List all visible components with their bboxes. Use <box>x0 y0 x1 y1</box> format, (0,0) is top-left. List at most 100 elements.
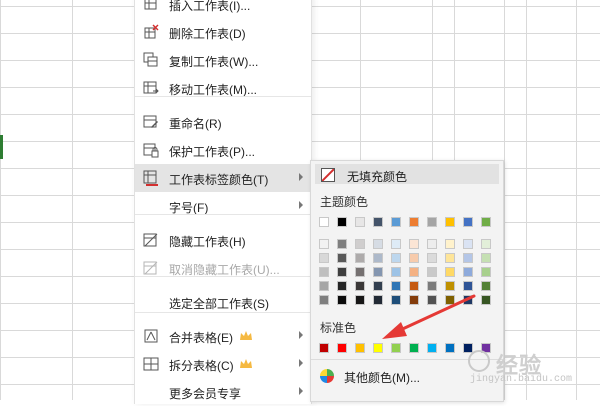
theme-shade-swatch[interactable] <box>319 253 329 263</box>
tab-color-icon <box>143 170 159 186</box>
submenu-arrow-icon <box>299 387 303 395</box>
theme-color-swatch[interactable] <box>391 217 401 227</box>
theme-shade-swatch[interactable] <box>409 281 419 291</box>
theme-shade-swatch[interactable] <box>463 253 473 263</box>
theme-color-swatch[interactable] <box>409 217 419 227</box>
theme-shade-swatch[interactable] <box>319 281 329 291</box>
theme-shade-swatch[interactable] <box>373 239 383 249</box>
copy-sheet-icon <box>143 52 159 68</box>
theme-shade-swatch[interactable] <box>427 281 437 291</box>
menu-item-label: 合并表格(E) <box>169 331 233 345</box>
theme-shade-swatch[interactable] <box>427 295 437 305</box>
watermark-url: jingyan.baidu.com <box>470 374 573 385</box>
menu-item-7[interactable]: 工作表标签颜色(T) <box>135 164 311 192</box>
standard-color-swatch[interactable] <box>337 343 347 353</box>
theme-shade-swatch[interactable] <box>337 295 347 305</box>
member-crown-icon <box>239 330 253 342</box>
theme-shade-swatch[interactable] <box>481 253 491 263</box>
theme-shade-swatch[interactable] <box>463 267 473 277</box>
menu-item-2[interactable]: 删除工作表(D) <box>135 18 311 46</box>
submenu-arrow-icon <box>299 359 303 367</box>
theme-shade-swatch[interactable] <box>355 239 365 249</box>
theme-shade-swatch[interactable] <box>409 239 419 249</box>
theme-shade-swatch[interactable] <box>319 295 329 305</box>
standard-color-swatch[interactable] <box>409 343 419 353</box>
theme-shade-swatch[interactable] <box>391 295 401 305</box>
theme-color-swatch[interactable] <box>427 217 437 227</box>
menu-item-14[interactable]: 更多会员专享 <box>135 378 311 406</box>
theme-shade-swatch[interactable] <box>445 239 455 249</box>
menu-item-label: 插入工作表(I)... <box>169 0 251 13</box>
theme-shade-swatch[interactable] <box>427 267 437 277</box>
theme-shade-swatch[interactable] <box>427 239 437 249</box>
sheet-tab-context-menu: 插入工作表(I)... 删除工作表(D) 复制工作表(W)... 移动工作表(M)..… <box>134 0 312 404</box>
menu-item-8[interactable]: 字号(F) <box>135 192 311 220</box>
theme-shade-swatch[interactable] <box>355 267 365 277</box>
no-fill-color-option[interactable]: 无填充颜色 <box>315 164 499 184</box>
theme-shade-swatch[interactable] <box>463 295 473 305</box>
theme-shade-swatch[interactable] <box>337 281 347 291</box>
theme-shade-swatch[interactable] <box>373 253 383 263</box>
menu-separator <box>135 276 311 277</box>
theme-shade-swatch[interactable] <box>445 253 455 263</box>
theme-shade-swatch[interactable] <box>481 281 491 291</box>
menu-item-6[interactable]: 保护工作表(P)... <box>135 136 311 164</box>
move-sheet-icon <box>143 80 159 96</box>
theme-color-swatch[interactable] <box>355 217 365 227</box>
theme-shade-swatch[interactable] <box>445 295 455 305</box>
theme-shade-swatch[interactable] <box>355 281 365 291</box>
theme-shade-swatch[interactable] <box>409 267 419 277</box>
submenu-arrow-icon <box>299 201 303 209</box>
theme-shade-swatch[interactable] <box>445 267 455 277</box>
standard-color-swatch[interactable] <box>391 343 401 353</box>
member-crown-icon <box>239 358 253 370</box>
menu-item-1[interactable]: 插入工作表(I)... <box>135 0 311 18</box>
menu-item-label: 保护工作表(P)... <box>169 145 255 159</box>
theme-shade-swatch[interactable] <box>481 295 491 305</box>
theme-shade-swatch[interactable] <box>373 267 383 277</box>
merge-table-icon <box>143 328 159 344</box>
menu-item-13[interactable]: 拆分表格(C) <box>135 350 311 378</box>
theme-color-swatch[interactable] <box>337 217 347 227</box>
theme-color-swatch[interactable] <box>463 217 473 227</box>
menu-item-5[interactable]: 重命名(R) <box>135 108 311 136</box>
standard-color-swatch[interactable] <box>319 343 329 353</box>
standard-color-swatch[interactable] <box>427 343 437 353</box>
menu-item-4[interactable]: 移动工作表(M)... <box>135 74 311 102</box>
theme-shade-swatch[interactable] <box>463 281 473 291</box>
theme-color-swatch[interactable] <box>319 217 329 227</box>
theme-color-swatch[interactable] <box>445 217 455 227</box>
theme-shade-swatch[interactable] <box>373 281 383 291</box>
theme-shade-swatch[interactable] <box>355 253 365 263</box>
theme-shade-swatch[interactable] <box>409 295 419 305</box>
theme-shade-swatch[interactable] <box>319 239 329 249</box>
theme-shade-swatch[interactable] <box>355 295 365 305</box>
menu-item-12[interactable]: 合并表格(E) <box>135 322 311 350</box>
theme-shade-swatch[interactable] <box>409 253 419 263</box>
theme-shade-swatch[interactable] <box>337 267 347 277</box>
theme-shade-swatch[interactable] <box>373 295 383 305</box>
split-table-icon <box>143 356 159 372</box>
theme-shade-swatch[interactable] <box>391 239 401 249</box>
theme-shade-swatch[interactable] <box>481 239 491 249</box>
theme-shade-swatch[interactable] <box>391 267 401 277</box>
theme-colors-heading: 主题颜色 <box>320 195 369 209</box>
theme-shade-swatch[interactable] <box>481 267 491 277</box>
theme-shade-swatch[interactable] <box>427 253 437 263</box>
theme-shade-swatch[interactable] <box>445 281 455 291</box>
standard-color-swatch[interactable] <box>445 343 455 353</box>
theme-color-swatch[interactable] <box>373 217 383 227</box>
menu-item-3[interactable]: 复制工作表(W)... <box>135 46 311 74</box>
theme-shade-swatch[interactable] <box>391 253 401 263</box>
theme-shade-swatch[interactable] <box>319 267 329 277</box>
protect-sheet-icon <box>143 142 159 158</box>
menu-separator <box>135 214 311 215</box>
menu-item-9[interactable]: 隐藏工作表(H) <box>135 226 311 254</box>
theme-shade-swatch[interactable] <box>391 281 401 291</box>
standard-color-swatch[interactable] <box>355 343 365 353</box>
theme-shade-swatch[interactable] <box>337 253 347 263</box>
theme-shade-swatch[interactable] <box>463 239 473 249</box>
standard-color-swatch[interactable] <box>373 343 383 353</box>
theme-color-swatch[interactable] <box>481 217 491 227</box>
theme-shade-swatch[interactable] <box>337 239 347 249</box>
